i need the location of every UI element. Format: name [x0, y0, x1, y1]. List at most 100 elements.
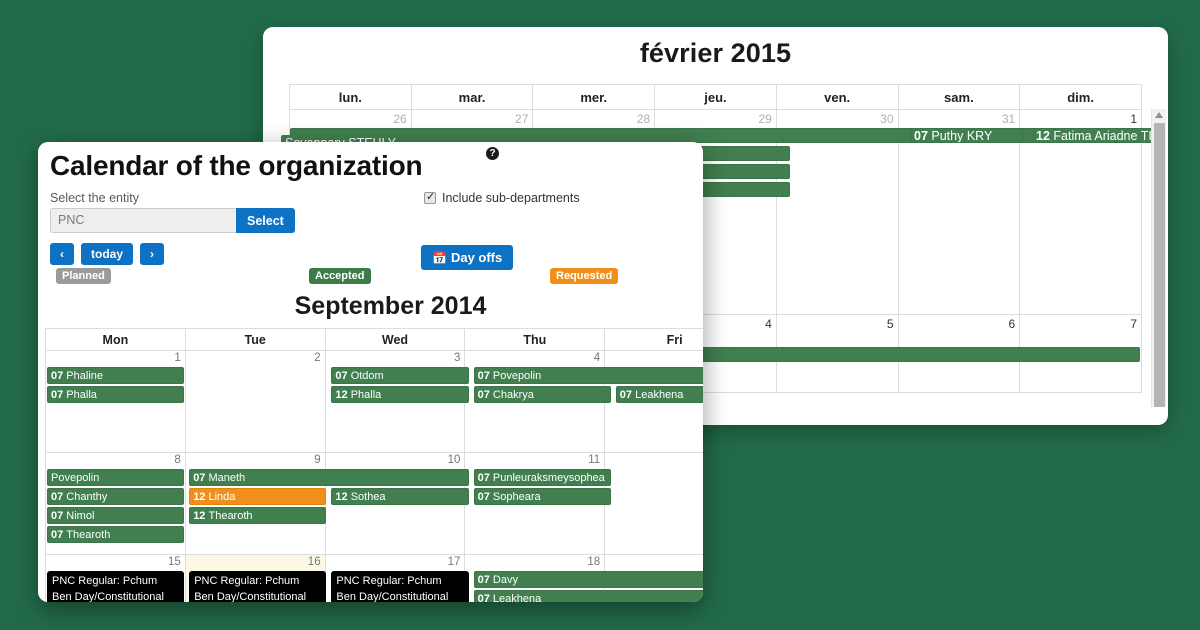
event-count: 07	[477, 370, 493, 382]
event-name: Nimol	[66, 510, 95, 522]
event-count: 07	[51, 370, 67, 382]
calendar-event[interactable]: 07 Phaline	[47, 367, 185, 384]
next-month-button[interactable]: ›	[140, 243, 165, 265]
background-day-number: 26	[393, 112, 407, 126]
background-weekday-header: mer.	[532, 84, 656, 110]
calendar-event[interactable]: PNC Regular: Pchum Ben Day/Constitutiona…	[331, 571, 469, 602]
weekday-header-tue: Tue	[184, 328, 326, 351]
calendar-event[interactable]: 07 Davy	[473, 571, 703, 588]
event-name: Povepolin	[51, 472, 100, 484]
day-number: 3	[453, 352, 461, 364]
background-day-number: 1	[1130, 112, 1137, 126]
event-count: 07	[477, 491, 493, 503]
event-name: Sothea	[350, 491, 386, 503]
event-name: PNC Regular: Pchum Ben Day/Constitutiona…	[52, 575, 164, 602]
calendar-event[interactable]: 07 Maneth	[189, 469, 469, 486]
day-cell[interactable]: 2	[184, 350, 326, 453]
entity-field-label: Select the entity	[50, 191, 139, 205]
select-entity-button[interactable]: Select	[236, 208, 295, 233]
background-day-number: 29	[758, 112, 772, 126]
event-name: Chakrya	[492, 389, 534, 401]
calendar-event[interactable]: 07 Povepolin	[473, 367, 703, 384]
event-name: Davy	[492, 574, 518, 586]
event-name: Leakhena	[492, 593, 542, 602]
event-count: 12	[193, 510, 209, 522]
background-weekday-header: jeu.	[654, 84, 777, 110]
event-name: Thearoth	[66, 529, 111, 541]
calendar-event[interactable]: 07 Punleuraksmeysophea	[473, 469, 611, 486]
background-event-count: 07	[914, 129, 928, 143]
scroll-up-arrow-icon[interactable]	[1155, 112, 1163, 118]
event-count: 07	[477, 574, 493, 586]
event-name: Linda	[208, 491, 236, 503]
event-count: 07	[51, 529, 67, 541]
calendar-event[interactable]: 07 Leakhena	[615, 386, 703, 403]
organization-calendar-dialog[interactable]: Calendar of the organization ? Select th…	[38, 142, 703, 602]
event-count: 12	[335, 389, 351, 401]
background-month-title: février 2015	[639, 38, 792, 68]
day-number: 1	[174, 352, 181, 364]
dialog-header: Calendar of the organization ? Select th…	[38, 142, 703, 321]
calendar-event[interactable]: 07 Thearoth	[47, 526, 185, 543]
scrollbar-thumb[interactable]	[1154, 123, 1165, 407]
question-mark-icon[interactable]: ?	[486, 147, 499, 160]
background-day-number: 30	[880, 112, 894, 126]
day-number: 17	[447, 556, 461, 568]
background-weekday-header: mar.	[410, 84, 534, 110]
day-number	[605, 453, 703, 469]
calendar-event[interactable]: 07 Nimol	[47, 507, 185, 524]
day-number: 2	[314, 352, 321, 364]
calendar-event[interactable]: 07 Phalla	[47, 386, 185, 403]
weekday-header-thu: Thu	[464, 328, 606, 351]
calendar-event[interactable]: 12 Thearoth	[189, 507, 327, 524]
day-number: 8	[174, 454, 181, 466]
calendar-event[interactable]: 07 Chanthy	[47, 488, 185, 505]
event-name: Maneth	[208, 472, 246, 484]
event-count: 07	[51, 510, 67, 522]
background-vertical-scrollbar[interactable]	[1151, 109, 1166, 407]
calendar-event[interactable]: 07 Leakhena	[473, 590, 703, 602]
calendar-event[interactable]: 12 Linda	[189, 488, 327, 505]
event-name: Phaline	[66, 370, 103, 382]
checkbox-checked-icon[interactable]	[424, 190, 436, 204]
event-name: Otdom	[350, 370, 384, 382]
event-name: PNC Regular: Pchum Ben Day/Constitutiona…	[336, 575, 449, 602]
calendar-event[interactable]: 07 Chakrya	[473, 386, 611, 403]
background-day-number: 28	[636, 112, 651, 126]
day-number: 16	[307, 556, 321, 568]
prev-month-button[interactable]: ‹	[50, 243, 74, 265]
entity-input[interactable]: PNC	[50, 208, 236, 233]
day-number: 10	[447, 454, 461, 466]
screenshot-stage: février 2015 lun. mar. mer. jeu. ven. sa…	[0, 0, 1200, 630]
day-number: 4	[593, 352, 601, 364]
status-badge-accepted: Accepted	[309, 268, 371, 284]
calendar-event[interactable]: 12 Phalla	[331, 386, 469, 403]
calendar-event[interactable]: 07 Otdom	[331, 367, 469, 384]
background-weekday-header: sam.	[897, 84, 1021, 110]
background-event[interactable]: 12 Fatima Ariadne TI	[1033, 128, 1163, 143]
calendar-event[interactable]: Povepolin	[47, 469, 185, 486]
calendar-event[interactable]: PNC Regular: Pchum Ben Day/Constitutiona…	[47, 571, 185, 602]
background-event[interactable]: 07 Puthy KRY	[911, 128, 1023, 143]
event-name: Phalla	[350, 389, 382, 401]
day-offs-button[interactable]: 📅 Day offs	[421, 245, 514, 270]
background-event-name: Puthy KRY	[931, 129, 993, 143]
background-event-count: 12	[1036, 129, 1050, 143]
include-subdepartments-checkbox[interactable]: Include sub-departments	[424, 190, 580, 205]
calendar-icon: 📅	[432, 251, 447, 265]
background-event-name: Fatima Ariadne TI	[1053, 129, 1152, 143]
background-day-number: 6	[1008, 317, 1016, 331]
day-number: 9	[314, 454, 321, 466]
calendar-event[interactable]: 07 Sopheara	[473, 488, 611, 505]
calendar-event[interactable]: PNC Regular: Pchum Ben Day/Constitutiona…	[189, 571, 327, 602]
calendar-event[interactable]: 12 Sothea	[331, 488, 469, 505]
day-number: 18	[587, 556, 601, 568]
event-name: Povepolin	[492, 370, 542, 382]
background-weekday-header: ven.	[775, 84, 899, 110]
today-button[interactable]: today	[81, 243, 134, 265]
calendar-navigation: ‹ today ›	[50, 243, 691, 265]
event-count: 07	[51, 389, 67, 401]
foreground-month-title: September 2014	[294, 292, 487, 320]
day-cell[interactable]	[604, 452, 703, 555]
foreground-weekday-header-row: Mon Tue Wed Thu Fri	[45, 328, 703, 351]
